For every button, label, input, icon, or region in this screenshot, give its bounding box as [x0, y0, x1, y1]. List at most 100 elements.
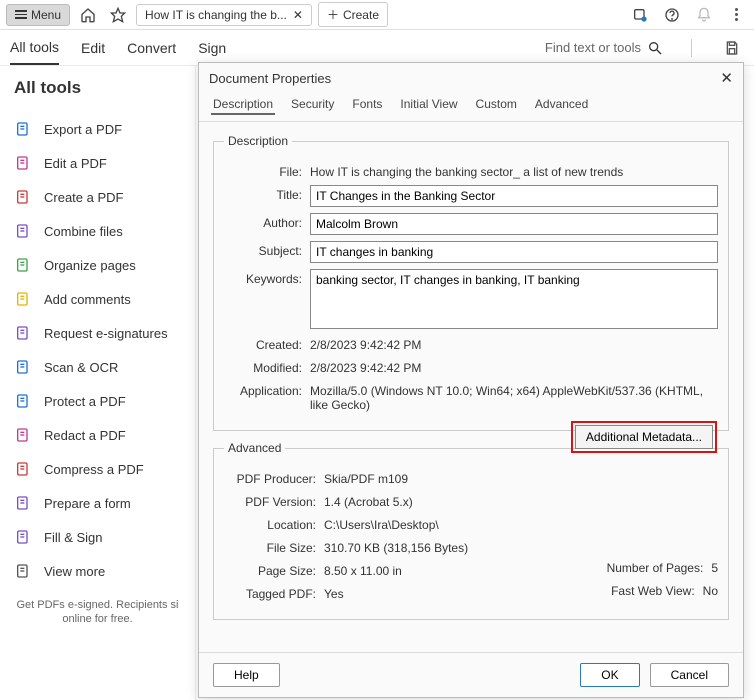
- sidebar-item-export-a-pdf[interactable]: Export a PDF: [14, 112, 181, 146]
- dialog-title: Document Properties: [209, 71, 331, 86]
- tab-all-tools[interactable]: All tools: [10, 31, 59, 65]
- menu-button[interactable]: Menu: [6, 4, 70, 26]
- title-label: Title:: [224, 185, 302, 202]
- created-label: Created:: [224, 335, 302, 352]
- sidebar-item-compress-a-pdf[interactable]: Compress a PDF: [14, 452, 181, 486]
- tagged-label: Tagged PDF:: [224, 584, 316, 601]
- sidebar-item-protect-a-pdf[interactable]: Protect a PDF: [14, 384, 181, 418]
- tool-icon: [14, 324, 32, 342]
- tool-icon: [14, 154, 32, 172]
- document-tab[interactable]: How IT is changing the b... ✕: [136, 4, 312, 26]
- create-button[interactable]: ＋ Create: [318, 2, 388, 27]
- fastweb-label: Fast Web View:: [611, 584, 695, 598]
- sidebar-item-label: Fill & Sign: [44, 530, 103, 545]
- sidebar-item-label: Add comments: [44, 292, 131, 307]
- sidebar-item-scan-ocr[interactable]: Scan & OCR: [14, 350, 181, 384]
- modified-value: 2/8/2023 9:42:42 PM: [310, 358, 718, 375]
- overflow-menu-button[interactable]: [724, 3, 748, 27]
- notification-square-icon: [632, 7, 648, 23]
- author-input[interactable]: [310, 213, 718, 235]
- additional-metadata-highlight: Additional Metadata...: [571, 421, 717, 453]
- sidebar-item-label: Compress a PDF: [44, 462, 144, 477]
- dialog-tab-fonts[interactable]: Fonts: [350, 95, 384, 115]
- home-button[interactable]: [76, 3, 100, 27]
- plus-icon: ＋: [327, 6, 339, 23]
- star-button[interactable]: [106, 3, 130, 27]
- tool-icon: [14, 358, 32, 376]
- application-label: Application:: [224, 381, 302, 398]
- keywords-input[interactable]: [310, 269, 718, 329]
- subject-input[interactable]: [310, 241, 718, 263]
- dot-icon: [735, 18, 738, 21]
- title-input[interactable]: [310, 185, 718, 207]
- save-button[interactable]: [720, 36, 744, 60]
- tool-icon: [14, 528, 32, 546]
- dialog-close-button[interactable]: ✕: [720, 69, 733, 87]
- notification-button[interactable]: [628, 3, 652, 27]
- tagged-value: Yes: [324, 584, 344, 601]
- description-fieldset: Description File: How IT is changing the …: [213, 134, 729, 431]
- numpages-label: Number of Pages:: [607, 561, 704, 575]
- keywords-label: Keywords:: [224, 269, 302, 286]
- advanced-fieldset: Advanced PDF Producer:Skia/PDF m109 PDF …: [213, 441, 729, 620]
- dialog-tab-security[interactable]: Security: [289, 95, 336, 115]
- file-label: File:: [224, 162, 302, 179]
- author-label: Author:: [224, 213, 302, 230]
- sidebar-item-view-more[interactable]: View more: [14, 554, 181, 588]
- sidebar-item-organize-pages[interactable]: Organize pages: [14, 248, 181, 282]
- producer-label: PDF Producer:: [224, 469, 316, 486]
- dialog-body: Description File: How IT is changing the …: [199, 122, 743, 652]
- bell-button[interactable]: [692, 3, 716, 27]
- fastweb-value: No: [703, 584, 718, 598]
- find-placeholder: Find text or tools: [545, 40, 641, 55]
- divider: [691, 39, 692, 57]
- tool-icon: [14, 392, 32, 410]
- dialog-tab-initial-view[interactable]: Initial View: [398, 95, 459, 115]
- version-label: PDF Version:: [224, 492, 316, 509]
- file-value: How IT is changing the banking sector_ a…: [310, 162, 718, 179]
- dialog-tabs: Description Security Fonts Initial View Cust…: [199, 93, 743, 122]
- save-icon: [724, 40, 740, 56]
- additional-metadata-button[interactable]: Additional Metadata...: [575, 425, 713, 449]
- sidebar-item-label: Redact a PDF: [44, 428, 126, 443]
- dialog-tab-description[interactable]: Description: [211, 95, 275, 115]
- tool-tabs-bar: All tools Edit Convert Sign Find text or…: [0, 30, 754, 66]
- sidebar-item-create-a-pdf[interactable]: Create a PDF: [14, 180, 181, 214]
- ok-button[interactable]: OK: [580, 663, 639, 687]
- dialog-tab-advanced[interactable]: Advanced: [533, 95, 590, 115]
- tab-convert[interactable]: Convert: [127, 32, 176, 64]
- dialog-tab-custom[interactable]: Custom: [474, 95, 519, 115]
- sidebar-item-request-e-signatures[interactable]: Request e-signatures: [14, 316, 181, 350]
- tab-edit[interactable]: Edit: [81, 32, 105, 64]
- sidebar-item-edit-a-pdf[interactable]: Edit a PDF: [14, 146, 181, 180]
- sidebar-item-redact-a-pdf[interactable]: Redact a PDF: [14, 418, 181, 452]
- filesize-label: File Size:: [224, 538, 316, 555]
- sidebar-item-label: Request e-signatures: [44, 326, 168, 341]
- sidebar-item-prepare-a-form[interactable]: Prepare a form: [14, 486, 181, 520]
- description-legend: Description: [224, 134, 292, 148]
- sidebar-item-fill-sign[interactable]: Fill & Sign: [14, 520, 181, 554]
- star-icon: [110, 7, 126, 23]
- tool-icon: [14, 494, 32, 512]
- location-label: Location:: [224, 515, 316, 532]
- document-properties-dialog: Document Properties ✕ Description Securit…: [198, 62, 744, 698]
- sidebar-item-label: View more: [44, 564, 105, 579]
- cancel-button[interactable]: Cancel: [650, 663, 729, 687]
- tool-icon: [14, 222, 32, 240]
- tab-sign[interactable]: Sign: [198, 32, 226, 64]
- dialog-titlebar: Document Properties ✕: [199, 63, 743, 93]
- sidebar-item-add-comments[interactable]: Add comments: [14, 282, 181, 316]
- help-button[interactable]: Help: [213, 663, 280, 687]
- help-button[interactable]: [660, 3, 684, 27]
- sidebar-item-combine-files[interactable]: Combine files: [14, 214, 181, 248]
- sidebar-footer-text: Get PDFs e-signed. Recipients si online …: [14, 598, 181, 627]
- tab-title: How IT is changing the b...: [145, 8, 287, 22]
- pagesize-value: 8.50 x 11.00 in: [324, 561, 402, 578]
- find-box[interactable]: Find text or tools: [545, 40, 663, 56]
- sidebar-item-label: Create a PDF: [44, 190, 123, 205]
- pagesize-label: Page Size:: [224, 561, 316, 578]
- created-value: 2/8/2023 9:42:42 PM: [310, 335, 718, 352]
- sidebar-item-label: Edit a PDF: [44, 156, 107, 171]
- tab-close-icon[interactable]: ✕: [293, 8, 303, 22]
- tool-icon: [14, 426, 32, 444]
